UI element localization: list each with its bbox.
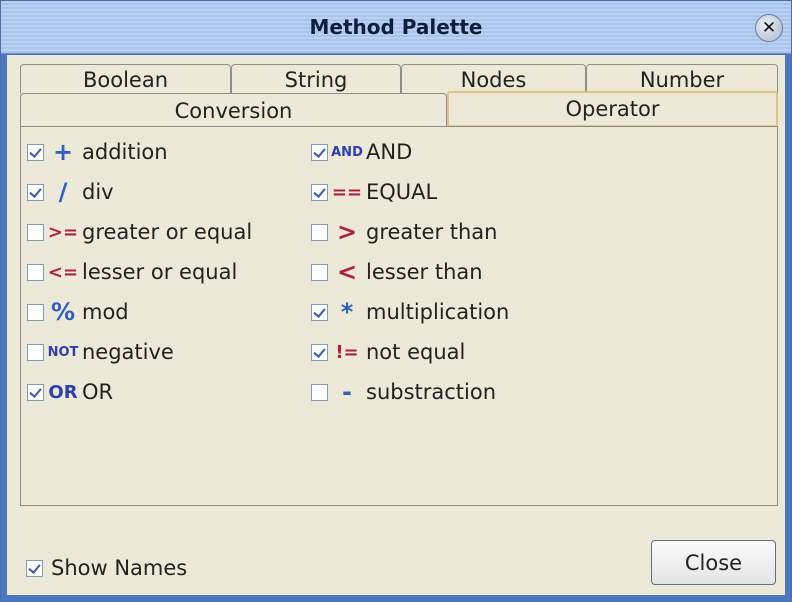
- minus-icon: -: [342, 378, 352, 406]
- item-checkbox[interactable]: [311, 263, 328, 281]
- item-checkbox[interactable]: [27, 343, 44, 361]
- item-checkbox[interactable]: [311, 143, 328, 161]
- item-label: substraction: [366, 380, 497, 404]
- item-checkbox[interactable]: [27, 183, 44, 201]
- tab-number[interactable]: Number: [586, 64, 778, 94]
- list-item[interactable]: >= greater or equal: [27, 217, 252, 247]
- item-label: lesser than: [366, 260, 483, 284]
- percent-icon: %: [50, 298, 76, 326]
- item-checkbox[interactable]: [27, 143, 44, 161]
- list-item[interactable]: > greater than: [311, 217, 497, 247]
- list-item[interactable]: NOT negative: [27, 337, 174, 367]
- lesser-equal-icon: <=: [47, 261, 79, 283]
- item-label: lesser or equal: [82, 260, 238, 284]
- and-icon: AND: [331, 144, 363, 160]
- show-names-checkbox[interactable]: [26, 559, 43, 577]
- item-label: greater than: [366, 220, 498, 244]
- or-icon: OR: [48, 381, 78, 403]
- show-names-label: Show Names: [51, 556, 188, 580]
- tab-operator[interactable]: Operator: [447, 91, 778, 127]
- list-item[interactable]: OR OR: [27, 377, 113, 407]
- list-item[interactable]: == EQUAL: [311, 177, 437, 207]
- list-item[interactable]: AND AND: [311, 137, 412, 167]
- tab-conversion[interactable]: Conversion: [20, 93, 447, 127]
- close-icon[interactable]: ✕: [755, 14, 783, 42]
- item-label: div: [82, 180, 114, 204]
- item-label: OR: [82, 380, 114, 404]
- list-item[interactable]: + addition: [27, 137, 168, 167]
- item-checkbox[interactable]: [311, 343, 328, 361]
- lesser-than-icon: <: [336, 258, 358, 286]
- item-label: negative: [82, 340, 174, 364]
- item-checkbox[interactable]: [311, 303, 328, 321]
- list-item[interactable]: != not equal: [311, 337, 465, 367]
- not-icon: NOT: [47, 344, 79, 360]
- item-label: multiplication: [366, 300, 510, 324]
- item-checkbox[interactable]: [311, 223, 328, 241]
- dialog-body: Boolean String Nodes Number Conversion O…: [7, 55, 785, 595]
- item-label: not equal: [366, 340, 466, 364]
- title-bar[interactable]: Method Palette ✕: [1, 1, 791, 54]
- greater-equal-icon: >=: [47, 221, 79, 243]
- list-item[interactable]: < lesser than: [311, 257, 483, 287]
- list-item[interactable]: % mod: [27, 297, 129, 327]
- tab-nodes[interactable]: Nodes: [401, 64, 586, 94]
- list-item[interactable]: * multiplication: [311, 297, 509, 327]
- equal-icon: ==: [331, 181, 363, 203]
- item-label: EQUAL: [366, 180, 438, 204]
- item-label: greater or equal: [82, 220, 253, 244]
- window-title: Method Palette: [309, 15, 483, 39]
- slash-icon: /: [58, 178, 68, 206]
- list-item[interactable]: - substraction: [311, 377, 496, 407]
- item-checkbox[interactable]: [27, 303, 44, 321]
- greater-than-icon: >: [336, 218, 358, 246]
- method-palette-window: Method Palette ✕ Boolean String Nodes Nu…: [0, 0, 792, 602]
- item-checkbox[interactable]: [27, 383, 44, 401]
- show-names-option[interactable]: Show Names: [26, 553, 187, 583]
- item-checkbox[interactable]: [27, 263, 44, 281]
- operator-panel: + addition / div >= greater or equal <= lesser …: [20, 126, 778, 506]
- item-checkbox[interactable]: [27, 223, 44, 241]
- asterisk-icon: *: [340, 298, 354, 326]
- tab-string[interactable]: String: [231, 64, 401, 94]
- close-button[interactable]: Close: [651, 540, 776, 585]
- tab-boolean[interactable]: Boolean: [20, 64, 231, 94]
- item-label: AND: [366, 140, 413, 164]
- list-item[interactable]: / div: [27, 177, 114, 207]
- list-item[interactable]: <= lesser or equal: [27, 257, 237, 287]
- item-label: mod: [82, 300, 129, 324]
- item-label: addition: [82, 140, 168, 164]
- item-checkbox[interactable]: [311, 183, 328, 201]
- not-equal-icon: !=: [335, 341, 359, 363]
- item-checkbox[interactable]: [311, 383, 328, 401]
- plus-icon: +: [52, 138, 74, 166]
